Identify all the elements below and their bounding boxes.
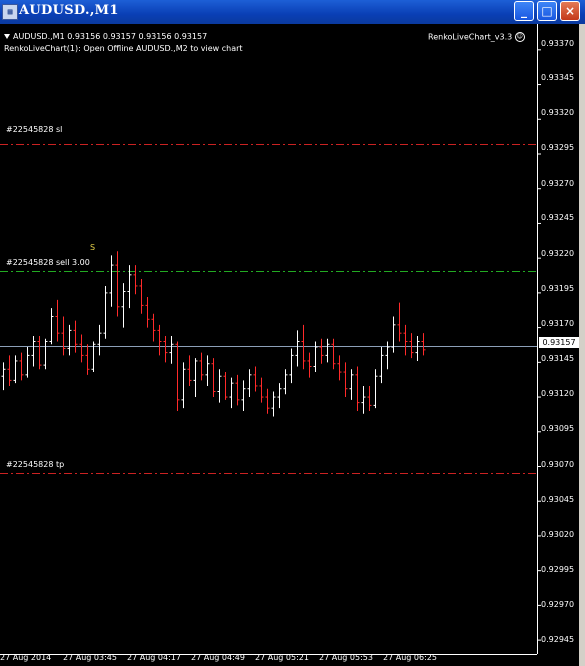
price-tick: 0.93195 <box>541 284 575 293</box>
time-tick: 27 Aug 2014 <box>0 653 52 662</box>
price-tick: 0.93370 <box>541 39 575 48</box>
close-icon: × <box>564 4 576 18</box>
maximize-button[interactable]: □ <box>537 1 557 21</box>
price-chart[interactable] <box>0 24 579 666</box>
current-price-label: 0.93157 <box>539 337 579 348</box>
price-tick: 0.93345 <box>541 73 575 82</box>
price-tick: 0.92995 <box>541 565 575 574</box>
symbol-ohlc-text: AUDUSD.,M1 0.93156 0.93157 0.93156 0.931… <box>13 32 208 41</box>
window-titlebar: ▦ AUDUSD.,M1 _ □ × <box>0 0 585 24</box>
time-tick: 27 Aug 05:21 <box>255 653 309 662</box>
price-tick: 0.93070 <box>541 460 575 469</box>
indicator-info: RenkoLiveChart(1): Open Offline AUDUSD.,… <box>4 44 243 53</box>
price-tick: 0.93045 <box>541 495 575 504</box>
price-tick: 0.93145 <box>541 354 575 363</box>
window-title: AUDUSD.,M1 <box>19 3 119 18</box>
price-tick: 0.93220 <box>541 249 575 258</box>
time-tick: 27 Aug 04:17 <box>127 653 181 662</box>
price-tick: 0.93295 <box>541 143 575 152</box>
time-tick: 27 Aug 06:25 <box>383 653 437 662</box>
take-profit-label: #22545828 tp <box>6 460 65 469</box>
time-tick: 27 Aug 05:53 <box>319 653 373 662</box>
smiley-icon: ☺ <box>514 32 525 42</box>
dropdown-triangle-icon[interactable] <box>4 34 10 39</box>
time-tick: 27 Aug 03:45 <box>63 653 117 662</box>
time-tick: 27 Aug 04:49 <box>191 653 245 662</box>
ea-label[interactable]: RenkoLiveChart_v3.3 ☺ <box>428 32 525 43</box>
minimize-icon: _ <box>521 4 527 18</box>
price-tick: 0.93320 <box>541 108 575 117</box>
symbol-info: AUDUSD.,M1 0.93156 0.93157 0.93156 0.931… <box>4 32 207 42</box>
price-tick: 0.93170 <box>541 319 575 328</box>
sell-order-label: #22545828 sell 3.00 <box>6 258 90 267</box>
stop-loss-label: #22545828 sl <box>6 125 63 134</box>
price-tick: 0.92945 <box>541 635 575 644</box>
price-tick: 0.93270 <box>541 179 575 188</box>
maximize-icon: □ <box>541 4 553 18</box>
price-tick: 0.93095 <box>541 424 575 433</box>
price-tick: 0.93020 <box>541 530 575 539</box>
price-tick: 0.93120 <box>541 389 575 398</box>
price-tick: 0.93245 <box>541 213 575 222</box>
close-button[interactable]: × <box>560 1 580 21</box>
trade-signal-marker: S <box>90 243 96 252</box>
minimize-button[interactable]: _ <box>514 1 534 21</box>
ea-name: RenkoLiveChart_v3.3 <box>428 32 513 42</box>
chart-window-icon[interactable]: ▦ <box>2 4 18 20</box>
window-right-border <box>579 24 585 666</box>
price-tick: 0.92970 <box>541 600 575 609</box>
